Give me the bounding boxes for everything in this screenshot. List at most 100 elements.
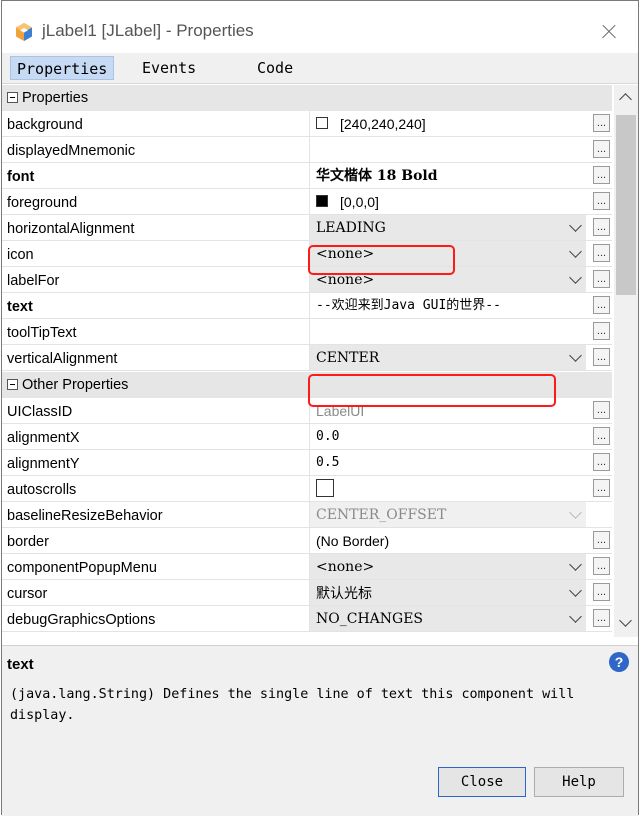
tab-properties[interactable]: Properties — [10, 56, 115, 80]
row-labelFor[interactable]: labelFor <none> ... — [2, 267, 612, 293]
value-dropdown[interactable]: 默认光标 — [310, 580, 586, 605]
row-icon[interactable]: icon <none> ... — [2, 241, 612, 267]
collapse-icon[interactable] — [7, 379, 18, 390]
edit-button[interactable]: ... — [593, 557, 610, 575]
property-value[interactable]: 0.0 — [309, 424, 586, 449]
property-value[interactable]: 默认光标 — [309, 580, 586, 605]
edit-button[interactable]: ... — [593, 427, 610, 445]
row-componentPopupMenu[interactable]: componentPopupMenu <none> ... — [2, 554, 612, 580]
value-dropdown: CENTER_OFFSET — [310, 502, 586, 527]
property-value[interactable]: [240,240,240] — [309, 111, 586, 136]
chevron-down-icon[interactable] — [569, 610, 582, 623]
value-dropdown[interactable]: <none> — [310, 554, 586, 579]
edit-button[interactable]: ... — [593, 322, 610, 340]
edit-button[interactable]: ... — [593, 244, 610, 262]
edit-button[interactable]: ... — [593, 348, 610, 366]
chevron-down-icon[interactable] — [569, 558, 582, 571]
properties-window: jLabel1 [JLabel] - Properties Properties… — [1, 0, 639, 816]
property-name: background — [7, 117, 83, 133]
close-button[interactable]: Close — [438, 767, 526, 797]
chevron-down-icon[interactable] — [569, 271, 582, 284]
section-label: Properties — [22, 90, 89, 106]
scroll-up-icon[interactable] — [619, 93, 632, 106]
chevron-down-icon[interactable] — [569, 584, 582, 597]
value-dropdown[interactable]: NO_CHANGES — [310, 606, 586, 631]
edit-button[interactable]: ... — [593, 218, 610, 236]
autoscrolls-checkbox[interactable] — [316, 479, 334, 497]
value-text: --欢迎来到Java GUI的世界-- — [316, 298, 501, 313]
row-debugGraphicsOptions[interactable]: debugGraphicsOptions NO_CHANGES ... — [2, 606, 612, 632]
property-value[interactable] — [309, 137, 586, 162]
question-icon[interactable]: ? — [609, 652, 629, 672]
row-cursor[interactable]: cursor 默认光标 ... — [2, 580, 612, 606]
edit-button[interactable]: ... — [593, 453, 610, 471]
property-name: labelFor — [7, 273, 60, 289]
property-name: alignmentY — [7, 456, 80, 472]
property-value[interactable]: (No Border) — [309, 528, 586, 553]
row-background[interactable]: background [240,240,240] ... — [2, 111, 612, 137]
property-value[interactable]: [0,0,0] — [309, 189, 586, 214]
row-toolTipText[interactable]: toolTipText ... — [2, 319, 612, 345]
value-text: NO_CHANGES — [316, 611, 424, 627]
value-dropdown[interactable]: LEADING — [310, 215, 586, 240]
tab-events[interactable]: Events — [136, 56, 202, 80]
edit-button[interactable]: ... — [593, 166, 610, 184]
value-dropdown[interactable]: CENTER — [310, 345, 586, 370]
window-title: jLabel1 [JLabel] - Properties — [42, 21, 254, 40]
chevron-down-icon[interactable] — [569, 349, 582, 362]
chevron-down-icon[interactable] — [569, 219, 582, 232]
edit-button[interactable]: ... — [593, 401, 610, 419]
edit-button[interactable]: ... — [593, 140, 610, 158]
property-value[interactable]: 0.5 — [309, 450, 586, 475]
description-panel: text ? (java.lang.String) Defines the si… — [2, 645, 638, 816]
close-icon[interactable] — [594, 17, 624, 47]
row-horizontalAlignment[interactable]: horizontalAlignment LEADING ... — [2, 215, 612, 241]
edit-button[interactable]: ... — [593, 479, 610, 497]
property-name: componentPopupMenu — [7, 560, 157, 576]
row-alignmentY[interactable]: alignmentY 0.5 ... — [2, 450, 612, 476]
property-value[interactable]: --欢迎来到Java GUI的世界-- — [309, 293, 586, 318]
property-name: font — [7, 169, 35, 185]
chevron-down-icon[interactable] — [569, 245, 582, 258]
edit-button[interactable]: ... — [593, 192, 610, 210]
collapse-icon[interactable] — [7, 92, 18, 103]
property-name: UIClassID — [7, 404, 73, 420]
property-name: displayedMnemonic — [7, 143, 136, 159]
edit-button[interactable]: ... — [593, 270, 610, 288]
row-baselineResizeBehavior[interactable]: baselineResizeBehavior CENTER_OFFSET — [2, 502, 612, 528]
row-foreground[interactable]: foreground [0,0,0] ... — [2, 189, 612, 215]
edit-button[interactable]: ... — [593, 296, 610, 314]
value-text: <none> — [316, 559, 375, 575]
scroll-down-icon[interactable] — [619, 614, 632, 627]
help-button[interactable]: Help — [534, 767, 624, 797]
property-value: CENTER_OFFSET — [309, 502, 586, 527]
row-text[interactable]: text --欢迎来到Java GUI的世界-- ... — [2, 293, 612, 319]
property-value[interactable]: CENTER — [309, 345, 586, 370]
property-name: alignmentX — [7, 430, 80, 446]
vertical-scrollbar[interactable] — [614, 85, 638, 637]
row-border[interactable]: border (No Border) ... — [2, 528, 612, 554]
row-displayedMnemonic[interactable]: displayedMnemonic ... — [2, 137, 612, 163]
tab-code[interactable]: Code — [251, 56, 299, 80]
row-alignmentX[interactable]: alignmentX 0.0 ... — [2, 424, 612, 450]
description-text: (java.lang.String) Defines the single li… — [10, 687, 575, 723]
edit-button[interactable]: ... — [593, 609, 610, 627]
property-value[interactable] — [309, 319, 586, 344]
row-verticalAlignment[interactable]: verticalAlignment CENTER ... — [2, 345, 612, 371]
row-font[interactable]: font 华文楷体 18 Bold ... — [2, 163, 612, 189]
property-value[interactable]: <none> — [309, 554, 586, 579]
property-value[interactable]: LEADING — [309, 215, 586, 240]
value-text: [0,0,0] — [340, 194, 379, 210]
edit-button[interactable]: ... — [593, 114, 610, 132]
property-value[interactable]: NO_CHANGES — [309, 606, 586, 631]
property-name: baselineResizeBehavior — [7, 508, 163, 524]
property-name: debugGraphicsOptions — [7, 612, 156, 628]
property-value[interactable]: 华文楷体 18 Bold — [309, 163, 586, 188]
property-name: icon — [7, 247, 34, 263]
row-autoscrolls[interactable]: autoscrolls ... — [2, 476, 612, 502]
property-value[interactable] — [309, 476, 586, 501]
edit-button[interactable]: ... — [593, 583, 610, 601]
edit-button[interactable]: ... — [593, 531, 610, 549]
scroll-thumb[interactable] — [616, 115, 636, 295]
section-properties[interactable]: Properties — [2, 85, 612, 111]
